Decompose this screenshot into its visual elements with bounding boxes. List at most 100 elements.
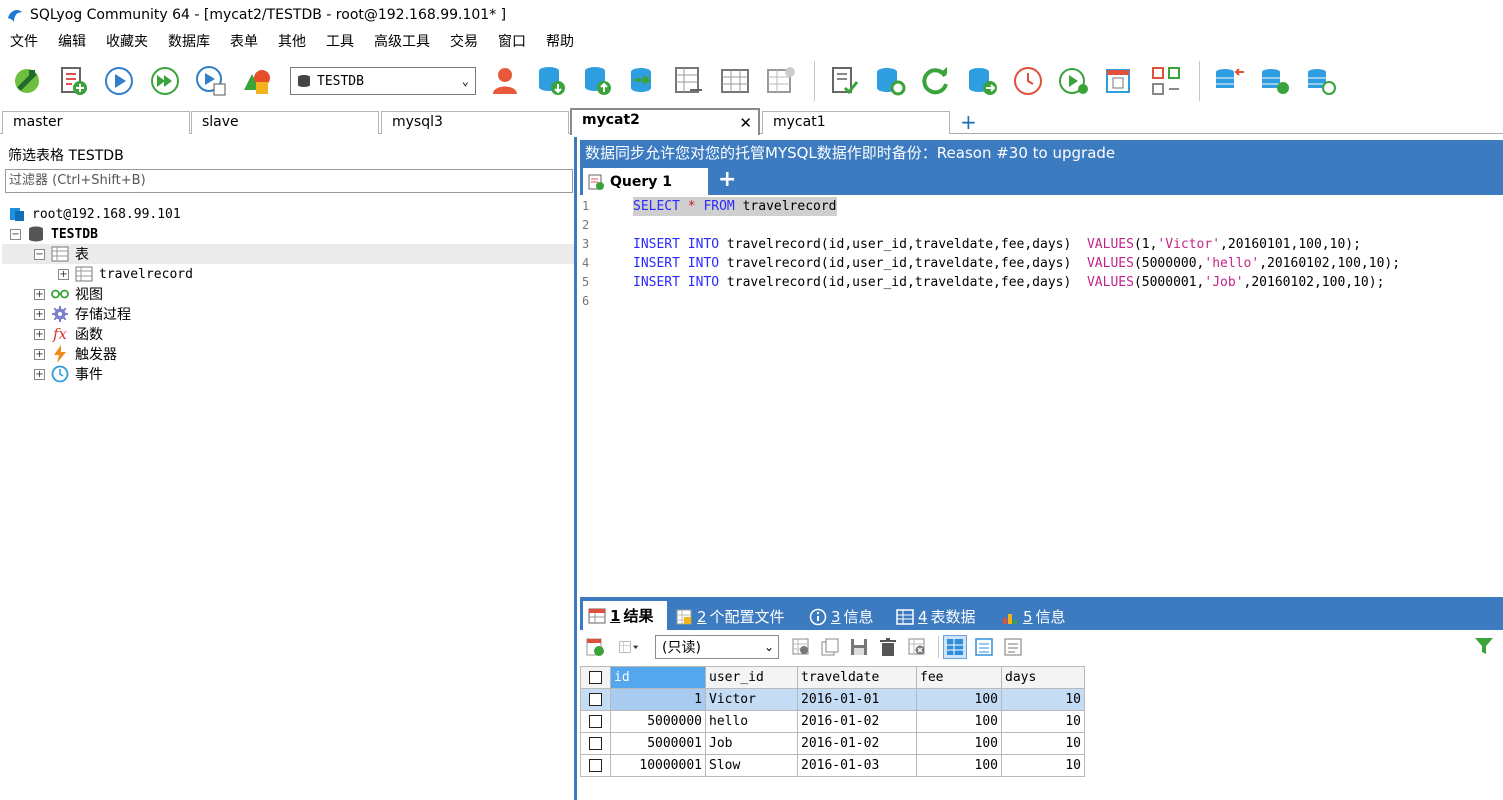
refresh-button[interactable] bbox=[915, 60, 957, 102]
table-row[interactable]: 10000001 Slow 2016-01-03 100 10 bbox=[580, 754, 1085, 777]
menu-database[interactable]: 数据库 bbox=[168, 31, 210, 51]
cell-days[interactable]: 10 bbox=[1001, 732, 1085, 755]
cell-user-id[interactable]: Slow bbox=[705, 754, 798, 777]
tab-table-data[interactable]: 4 表数据 bbox=[891, 603, 976, 630]
collapse-icon[interactable]: − bbox=[34, 248, 45, 260]
db-stack-refresh-button[interactable] bbox=[1300, 60, 1342, 102]
expand-icon[interactable]: + bbox=[34, 368, 45, 380]
tree-tables-node[interactable]: − 表 bbox=[2, 244, 574, 264]
menu-help[interactable]: 帮助 bbox=[546, 31, 574, 51]
editor-line[interactable]: 2 bbox=[580, 216, 1503, 235]
text-view-button[interactable] bbox=[1001, 635, 1025, 659]
tree-table-travelrecord[interactable]: + travelrecord bbox=[58, 264, 193, 284]
cell-fee[interactable]: 100 bbox=[916, 754, 1002, 777]
cell-user-id[interactable]: Victor bbox=[705, 688, 798, 711]
grid-view-button[interactable] bbox=[943, 635, 967, 659]
editor-line[interactable]: 4 INSERT INTO travelrecord(id,user_id,tra… bbox=[580, 254, 1503, 273]
select-all-checkbox[interactable] bbox=[580, 666, 611, 689]
menu-window[interactable]: 窗口 bbox=[498, 31, 526, 51]
cell-id[interactable]: 5000000 bbox=[610, 710, 706, 733]
data-sync-button[interactable] bbox=[869, 60, 911, 102]
collapse-icon[interactable]: − bbox=[10, 228, 21, 240]
conn-tab-mycat1[interactable]: mycat1 bbox=[762, 111, 950, 134]
user-manager-button[interactable] bbox=[484, 60, 526, 102]
alter-table-button[interactable] bbox=[760, 60, 802, 102]
insert-row-button[interactable] bbox=[789, 635, 813, 659]
tab-profiles[interactable]: 2 个配置文件 bbox=[670, 603, 785, 630]
export-result-button[interactable] bbox=[583, 635, 607, 659]
menu-file[interactable]: 文件 bbox=[10, 31, 38, 51]
menu-favorites[interactable]: 收藏夹 bbox=[106, 31, 148, 51]
cell-days[interactable]: 10 bbox=[1001, 710, 1085, 733]
row-checkbox[interactable] bbox=[580, 754, 611, 777]
backup-db-button[interactable] bbox=[530, 60, 572, 102]
add-query-tab-button[interactable]: + bbox=[718, 168, 736, 192]
cell-fee[interactable]: 100 bbox=[916, 688, 1002, 711]
cell-id[interactable]: 10000001 bbox=[610, 754, 706, 777]
db-stack-arrows-button[interactable] bbox=[1208, 60, 1250, 102]
cell-traveldate[interactable]: 2016-01-01 bbox=[797, 688, 917, 711]
menu-other[interactable]: 其他 bbox=[278, 31, 306, 51]
conn-tab-mysql3[interactable]: mysql3 bbox=[381, 111, 569, 134]
menu-tools[interactable]: 工具 bbox=[326, 31, 354, 51]
editor-line[interactable]: 3 INSERT INTO travelrecord(id,user_id,tra… bbox=[580, 235, 1503, 254]
tab-info[interactable]: 5 信息 bbox=[996, 603, 1066, 630]
schema-sync-button[interactable] bbox=[668, 60, 710, 102]
editor-line[interactable]: 1 SELECT * FROM travelrecord bbox=[580, 197, 1503, 216]
column-header-user-id[interactable]: user_id bbox=[705, 666, 798, 689]
copy-db-button[interactable] bbox=[622, 60, 664, 102]
table-row[interactable]: 5000000 hello 2016-01-02 100 10 bbox=[580, 710, 1085, 733]
restore-db-button[interactable] bbox=[576, 60, 618, 102]
database-select[interactable]: TESTDB ⌄ bbox=[290, 67, 476, 95]
cell-traveldate[interactable]: 2016-01-03 bbox=[797, 754, 917, 777]
tab-result[interactable]: 1 结果 bbox=[583, 601, 667, 630]
column-header-fee[interactable]: fee bbox=[916, 666, 1002, 689]
expand-icon[interactable]: + bbox=[34, 348, 45, 360]
cell-traveldate[interactable]: 2016-01-02 bbox=[797, 710, 917, 733]
expand-icon[interactable]: + bbox=[34, 288, 45, 300]
menu-edit[interactable]: 编辑 bbox=[58, 31, 86, 51]
create-table-button[interactable] bbox=[714, 60, 756, 102]
cell-days[interactable]: 10 bbox=[1001, 688, 1085, 711]
delete-row-button[interactable] bbox=[876, 635, 900, 659]
row-checkbox[interactable] bbox=[580, 732, 611, 755]
execute-edit-button[interactable] bbox=[190, 60, 232, 102]
filter-funnel-icon[interactable] bbox=[1473, 635, 1495, 657]
table-diagnostics-button[interactable] bbox=[1145, 60, 1187, 102]
tree-procedures-node[interactable]: + 存储过程 bbox=[34, 304, 131, 324]
cell-days[interactable]: 10 bbox=[1001, 754, 1085, 777]
schema-designer-button[interactable] bbox=[823, 60, 865, 102]
table-row[interactable]: 5000001 Job 2016-01-02 100 10 bbox=[580, 732, 1085, 755]
editor-line[interactable]: 5 INSERT INTO travelrecord(id,user_id,tra… bbox=[580, 273, 1503, 292]
menu-transaction[interactable]: 交易 bbox=[450, 31, 478, 51]
duplicate-row-button[interactable] bbox=[818, 635, 842, 659]
result-mode-select[interactable]: (只读) ⌄ bbox=[655, 635, 779, 659]
cancel-changes-button[interactable] bbox=[905, 635, 929, 659]
run-scheduled-button[interactable] bbox=[1053, 60, 1095, 102]
add-connection-tab-button[interactable]: + bbox=[960, 112, 977, 132]
sql-editor[interactable]: 1 SELECT * FROM travelrecord 2 3 INSERT INTO… bbox=[580, 195, 1503, 595]
cell-id[interactable]: 1 bbox=[610, 688, 706, 711]
close-icon[interactable]: ✕ bbox=[739, 113, 752, 134]
tree-database[interactable]: − TESTDB bbox=[10, 224, 98, 244]
upgrade-banner[interactable]: 数据同步允许您对您的托管MYSQL数据作即时备份：Reason #30 to u… bbox=[580, 140, 1503, 167]
column-header-days[interactable]: days bbox=[1001, 666, 1085, 689]
table-row[interactable]: 1 Victor 2016-01-01 100 10 bbox=[580, 688, 1085, 711]
conn-tab-slave[interactable]: slave bbox=[191, 111, 379, 134]
copy-rows-dropdown[interactable] bbox=[612, 635, 646, 659]
tab-query-1[interactable]: Query 1 bbox=[583, 168, 708, 195]
save-button[interactable] bbox=[847, 635, 871, 659]
column-header-id[interactable]: id bbox=[610, 666, 706, 689]
expand-icon[interactable]: + bbox=[34, 328, 45, 340]
row-checkbox[interactable] bbox=[580, 688, 611, 711]
expand-icon[interactable]: + bbox=[58, 268, 69, 280]
tree-triggers-node[interactable]: + 触发器 bbox=[34, 344, 117, 364]
cell-id[interactable]: 5000001 bbox=[610, 732, 706, 755]
conn-tab-master[interactable]: master bbox=[2, 111, 190, 134]
new-query-button[interactable] bbox=[52, 60, 94, 102]
tree-views-node[interactable]: + 视图 bbox=[34, 284, 103, 304]
tree-functions-node[interactable]: + fx 函数 bbox=[34, 324, 103, 344]
expand-icon[interactable]: + bbox=[34, 308, 45, 320]
form-view-button[interactable] bbox=[972, 635, 996, 659]
row-checkbox[interactable] bbox=[580, 710, 611, 733]
